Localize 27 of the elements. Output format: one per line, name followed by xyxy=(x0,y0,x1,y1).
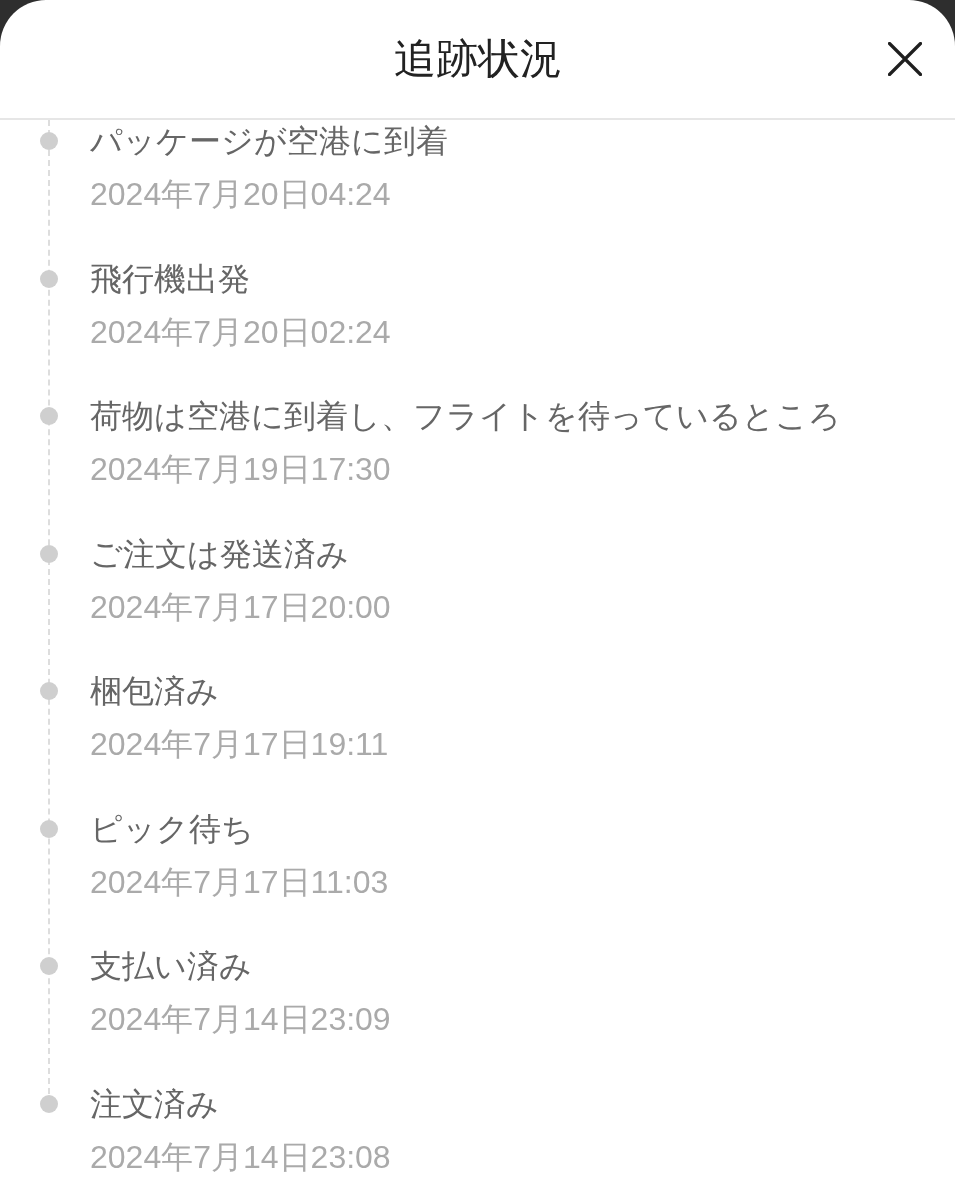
timeline-dot-icon xyxy=(40,957,58,975)
status-text: 梱包済み xyxy=(90,672,219,711)
status-time: 2024年7月17日19:11 xyxy=(90,725,389,764)
status-time: 2024年7月17日20:00 xyxy=(90,587,391,627)
timeline-dot-icon xyxy=(40,1094,58,1113)
status-text: ご注文は発送済み xyxy=(90,534,349,574)
status-text: 飛行機出発 xyxy=(90,259,250,299)
status-text: 荷物は空港に到着し、フライトを待っているところ xyxy=(90,397,841,436)
status-time: 2024年7月20日04:24 xyxy=(90,175,391,214)
status-time: 2024年7月17日11:03 xyxy=(90,862,389,902)
timeline-dot-icon xyxy=(40,682,58,700)
status-time: 2024年7月14日23:08 xyxy=(90,1137,391,1177)
sheet-title: 追跡状況 xyxy=(393,34,562,84)
status-text: 注文済み xyxy=(90,1084,219,1124)
timeline-dot-icon xyxy=(40,269,58,288)
close-button[interactable] xyxy=(885,39,925,79)
timeline-dot-icon xyxy=(40,544,58,563)
timeline-dot-icon xyxy=(40,132,58,150)
status-text: ピック待ち xyxy=(90,809,254,849)
status-time: 2024年7月14日23:09 xyxy=(90,1000,391,1039)
status-text: パッケージが空港に到着 xyxy=(90,122,448,161)
status-time: 2024年7月19日17:30 xyxy=(90,450,391,489)
status-time: 2024年7月20日02:24 xyxy=(90,312,391,352)
timeline-dot-icon xyxy=(40,819,58,838)
close-icon xyxy=(888,42,922,76)
status-text: 支払い済み xyxy=(90,947,252,986)
timeline-dot-icon xyxy=(40,407,58,425)
